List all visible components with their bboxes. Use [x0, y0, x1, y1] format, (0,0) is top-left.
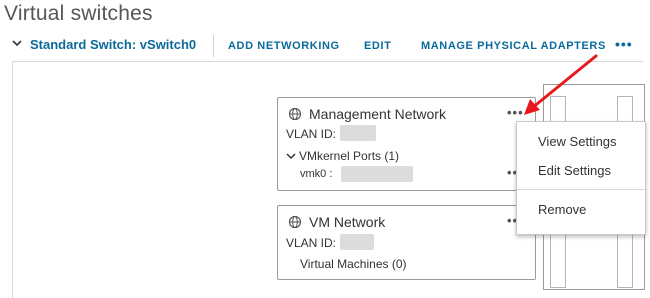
- edit-button[interactable]: EDIT: [364, 40, 391, 52]
- vlan-id-label: VLAN ID:: [286, 127, 337, 141]
- management-network-card[interactable]: Management Network ••• VLAN ID: VMkernel…: [277, 97, 536, 191]
- vm-network-card[interactable]: VM Network ••• VLAN ID: Virtual Machines…: [277, 205, 536, 280]
- redacted-value: [341, 166, 413, 182]
- network-globe-icon: [288, 107, 302, 121]
- menu-item-edit-settings[interactable]: Edit Settings: [538, 163, 611, 178]
- redacted-value: [340, 125, 376, 141]
- card-title: Management Network: [309, 106, 446, 122]
- virtual-machines-label: Virtual Machines (0): [300, 257, 407, 271]
- menu-item-view-settings[interactable]: View Settings: [538, 134, 617, 149]
- add-networking-button[interactable]: ADD NETWORKING: [228, 40, 340, 52]
- chevron-down-icon[interactable]: [285, 150, 297, 162]
- switch-name-link[interactable]: Standard Switch: vSwitch0: [30, 37, 196, 52]
- card-title: VM Network: [309, 214, 386, 230]
- chevron-down-icon[interactable]: [10, 36, 24, 50]
- redacted-value: [340, 234, 374, 250]
- toolbar-more-button[interactable]: •••: [615, 36, 633, 52]
- toolbar-divider: [213, 35, 214, 57]
- manage-physical-adapters-button[interactable]: MANAGE PHYSICAL ADAPTERS: [421, 40, 606, 52]
- vmk-label: vmk0 :: [300, 168, 333, 180]
- vmkernel-ports-label[interactable]: VMkernel Ports (1): [299, 149, 399, 163]
- menu-divider: [517, 189, 645, 190]
- context-menu: View Settings Edit Settings Remove: [516, 121, 646, 235]
- page-title: Virtual switches: [4, 2, 153, 25]
- menu-item-remove[interactable]: Remove: [538, 202, 586, 217]
- red-arrow-icon: [524, 54, 598, 115]
- vlan-id-label: VLAN ID:: [286, 236, 337, 250]
- network-globe-icon: [288, 215, 302, 229]
